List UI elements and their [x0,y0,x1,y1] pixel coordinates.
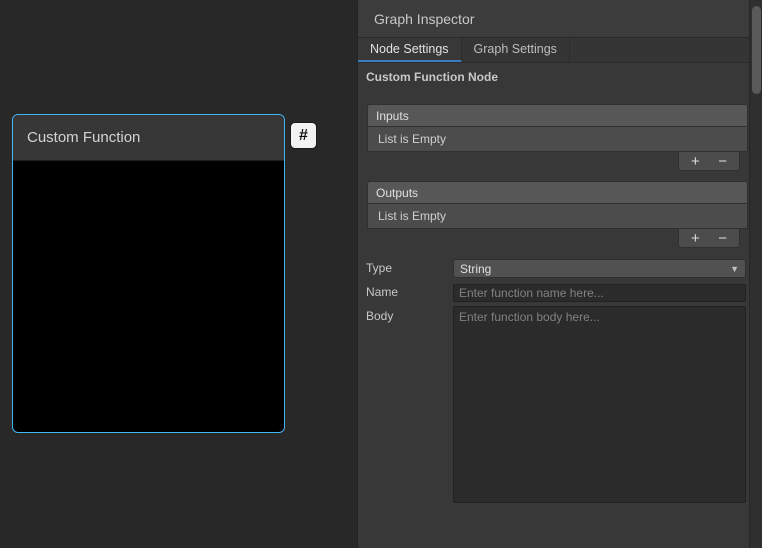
outputs-remove-button[interactable]: − [712,231,734,246]
outputs-list: Outputs List is Empty + − [367,181,748,229]
body-label: Body [366,309,393,323]
node-header[interactable]: Custom Function [13,115,284,161]
outputs-list-footer: + − [678,229,740,248]
inspector-title: Graph Inspector [374,11,474,27]
inputs-remove-button[interactable]: − [712,154,734,169]
outputs-list-header[interactable]: Outputs [367,181,748,204]
type-dropdown[interactable]: String ▼ [453,259,746,278]
inputs-empty-row: List is Empty [367,127,748,152]
tab-node-settings[interactable]: Node Settings [358,38,462,62]
tab-graph-settings[interactable]: Graph Settings [462,38,570,62]
chevron-down-icon: ▼ [730,264,739,274]
function-body-textarea[interactable] [453,306,746,503]
hash-badge-icon[interactable]: # [290,122,317,149]
inspector-header: Graph Inspector [358,0,762,38]
inputs-list: Inputs List is Empty + − [367,104,748,152]
inputs-list-header[interactable]: Inputs [367,104,748,127]
inputs-add-button[interactable]: + [684,154,706,169]
inspector-scrollbar-thumb[interactable] [752,6,761,94]
outputs-add-button[interactable]: + [684,231,706,246]
inspector-tabs: Node Settings Graph Settings [358,38,750,63]
inspector-scrollbar[interactable] [749,0,762,548]
type-label: Type [366,261,392,275]
name-label: Name [366,285,398,299]
inputs-list-footer: + − [678,152,740,171]
outputs-empty-row: List is Empty [367,204,748,229]
section-title: Custom Function Node [366,70,498,84]
function-name-input[interactable] [453,284,746,302]
node-title: Custom Function [27,129,140,146]
type-dropdown-value: String [460,262,491,276]
graph-inspector-panel: Graph Inspector Node Settings Graph Sett… [357,0,762,548]
custom-function-node[interactable]: Custom Function [12,114,285,433]
